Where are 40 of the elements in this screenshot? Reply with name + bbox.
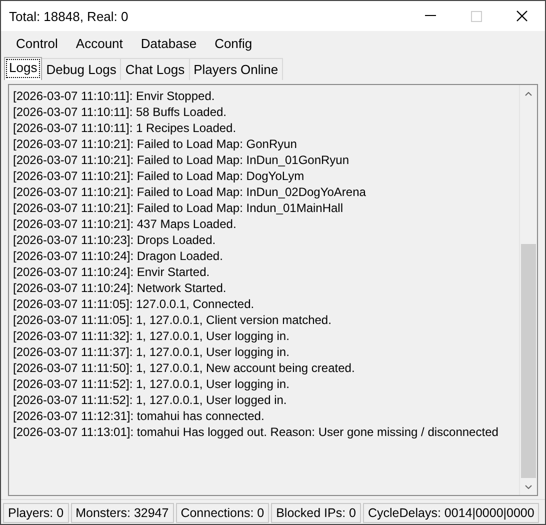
tab[interactable]: Logs: [4, 57, 42, 80]
menu-item[interactable]: Account: [66, 34, 132, 53]
status-panel: Blocked IPs: 0: [271, 503, 361, 523]
scrollbar[interactable]: [519, 85, 537, 495]
log-line: [2026-03-07 11:13:01]: tomahui Has logged out. Reason: User gone missing / disconnected: [13, 424, 500, 440]
log-line: [2026-03-07 11:10:21]: Failed to Load Map: Indun_01MainHall: [13, 200, 344, 216]
log-line: [2026-03-07 11:11:32]: 1, 127.0.0.1, User logging in.: [13, 328, 290, 344]
menu-item[interactable]: Control: [7, 34, 67, 53]
log-line: [2026-03-07 11:10:11]: 58 Buffs Loaded.: [13, 104, 228, 120]
log-line: [2026-03-07 11:10:24]: Network Started.: [13, 280, 228, 296]
menu-item[interactable]: Config: [206, 34, 262, 53]
log-line: [2026-03-07 11:10:11]: 1 Recipes Loaded.: [13, 120, 238, 136]
log-line: [2026-03-07 11:11:52]: 1, 127.0.0.1, User logged in.: [13, 392, 288, 408]
log-line: [2026-03-07 11:11:05]: 127.0.0.1, Connected.: [13, 296, 256, 312]
window-title: Total: 18848, Real: 0: [9, 8, 130, 24]
scroll-thumb[interactable]: [521, 244, 536, 478]
status-panel: CycleDelays: 0014|0000|0000: [363, 503, 540, 523]
log-line: [2026-03-07 11:11:37]: 1, 127.0.0.1, User logging in.: [13, 344, 290, 360]
status-panel: Players: 0: [3, 503, 69, 523]
log-line: [2026-03-07 11:10:11]: Envir Stopped.: [13, 88, 216, 104]
tab[interactable]: Chat Logs: [120, 58, 190, 80]
log-line: [2026-03-07 11:10:24]: Dragon Loaded.: [13, 248, 224, 264]
close-icon[interactable]: [516, 10, 528, 22]
log-line: [2026-03-07 11:10:21]: Failed to Load Map: GonRyun: [13, 136, 298, 152]
log-line: [2026-03-07 11:12:31]: tomahui has connected.: [13, 408, 266, 424]
log-line: [2026-03-07 11:10:24]: Envir Started.: [13, 264, 211, 280]
status-panel: Connections: 0: [176, 503, 270, 523]
log-line: [2026-03-07 11:11:05]: 1, 127.0.0.1, Client version matched.: [13, 312, 332, 328]
status-panel: Monsters: 32947: [70, 503, 174, 523]
log-line: [2026-03-07 11:10:21]: Failed to Load Map: InDun_01GonRyun: [13, 152, 350, 168]
menu-item[interactable]: Database: [132, 34, 206, 53]
log-line: [2026-03-07 11:10:21]: Failed to Load Map: DogYoLym: [13, 168, 306, 184]
minimize-icon[interactable]: [424, 15, 436, 17]
log-line: [2026-03-07 11:11:50]: 1, 127.0.0.1, New account being created.: [13, 360, 356, 376]
log-line: [2026-03-07 11:11:52]: 1, 127.0.0.1, User logging in.: [13, 376, 290, 392]
log-line: [2026-03-07 11:10:23]: Drops Loaded.: [13, 232, 217, 248]
log-line: [2026-03-07 11:10:21]: Failed to Load Map: InDun_02DogYoArena: [13, 184, 367, 200]
log-line: [2026-03-07 11:10:21]: 437 Maps Loaded.: [13, 216, 238, 232]
tab[interactable]: Debug Logs: [41, 58, 122, 80]
tab[interactable]: Players Online: [188, 58, 284, 80]
